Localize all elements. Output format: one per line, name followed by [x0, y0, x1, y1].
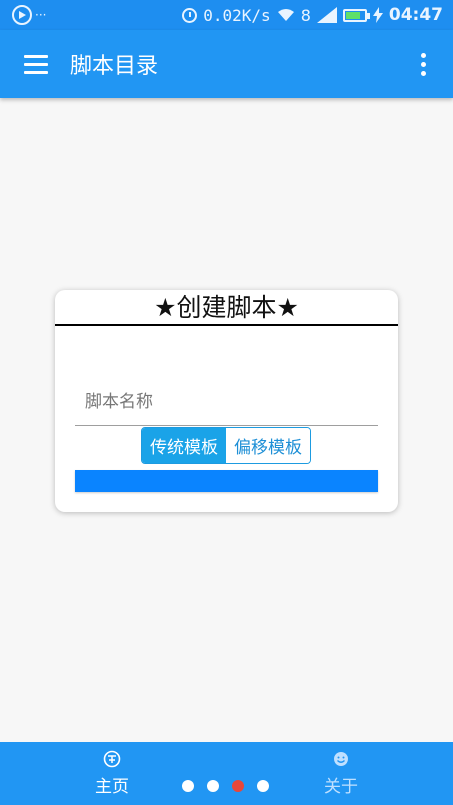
script-name-input[interactable] — [75, 378, 378, 426]
page-indicator — [182, 780, 269, 792]
traditional-template-button[interactable]: 传统模板 — [142, 428, 226, 463]
status-bar: ··· 0.02K/s 8 04:47 — [0, 0, 453, 30]
signal-text: 8 — [300, 5, 311, 25]
nav-item-home[interactable]: 主页 — [82, 750, 142, 797]
dialog-title: ★创建脚本★ — [55, 290, 398, 326]
offset-template-button[interactable]: 偏移模板 — [226, 428, 310, 463]
confirm-button[interactable] — [75, 470, 378, 492]
more-notifications-indicator: ··· — [35, 8, 47, 22]
page-dot-3[interactable] — [232, 780, 244, 792]
app-bar: 脚本目录 — [0, 30, 453, 98]
write-icon — [103, 750, 121, 768]
template-selector: 传统模板 偏移模板 — [141, 427, 311, 464]
page-dot-1[interactable] — [182, 780, 194, 792]
wifi-icon — [277, 9, 294, 21]
more-vert-icon[interactable] — [411, 44, 435, 84]
smiley-icon — [334, 752, 348, 766]
charging-icon — [372, 7, 383, 23]
app-notification-icon — [12, 5, 32, 25]
nav-item-about[interactable]: 关于 — [311, 750, 371, 797]
alarm-icon — [182, 7, 198, 23]
battery-icon — [342, 8, 370, 22]
page-title: 脚本目录 — [70, 54, 159, 79]
nav-label-home: 主页 — [95, 777, 129, 797]
network-speed: 0.02K/s — [203, 5, 271, 25]
page-dot-2[interactable] — [207, 780, 219, 792]
clock: 04:47 — [388, 5, 443, 25]
nav-label-about: 关于 — [324, 777, 358, 797]
page-dot-4[interactable] — [257, 780, 269, 792]
create-script-dialog: ★创建脚本★ 传统模板 偏移模板 — [55, 290, 398, 512]
cell-signal-icon — [316, 7, 337, 23]
hamburger-icon[interactable] — [6, 34, 66, 94]
bottom-nav: 主页 关于 — [0, 742, 453, 805]
